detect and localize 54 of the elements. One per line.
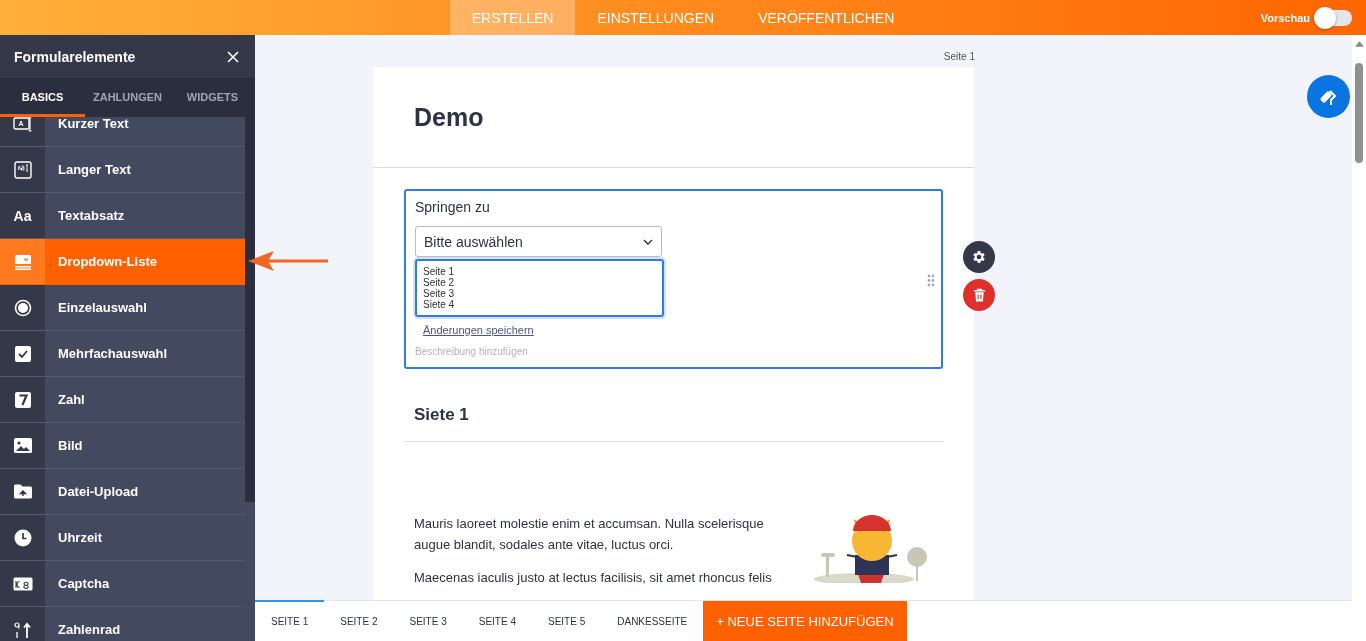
- sidebar-title: Formularelemente: [14, 48, 136, 65]
- clock-icon: [13, 528, 32, 547]
- preview-label: Vorschau: [1260, 11, 1310, 24]
- element-item[interactable]: Uhrzeit: [0, 515, 245, 561]
- paragraph: Maecenas iaculis justo at lectus facilisis, sit amet rhoncus felis: [414, 569, 773, 587]
- settings-icon: [971, 249, 987, 265]
- field-editor[interactable]: Springen zu Bitte auswählen Seite 1 Seite 2 Seite 3 Siete 4 Änderungen speichern Beschreibung hinzufügen: [404, 189, 943, 369]
- page-tab[interactable]: SEITE 5: [532, 600, 602, 641]
- text-field-icon: [12, 117, 33, 133]
- page-label: Seite 1: [943, 51, 975, 64]
- element-item[interactable]: Einzelauswahl: [0, 285, 245, 331]
- settings-button[interactable]: [963, 241, 995, 273]
- element-item[interactable]: Aa Textabsatz: [0, 193, 245, 239]
- scrollbar-thumb[interactable]: [1355, 63, 1363, 163]
- number-seven-icon: [14, 391, 31, 408]
- delete-button[interactable]: [963, 279, 995, 311]
- sidebar-tab[interactable]: ZAHLUNGEN: [85, 78, 170, 117]
- page-tab[interactable]: SEITE 4: [462, 600, 532, 641]
- sidebar-tab[interactable]: WIDGETS: [170, 78, 255, 117]
- scrollbar-thumb[interactable]: [245, 117, 255, 502]
- dropdown-select[interactable]: Bitte auswählen: [415, 226, 662, 257]
- element-item[interactable]: Langer Text: [0, 147, 245, 193]
- section-heading: Siete 1: [414, 405, 470, 425]
- dropdown-icon: [13, 253, 32, 270]
- spinner-icon: [12, 620, 33, 639]
- paragraph: Mauris laoreet molestie enim et accumsan. Nulla scelerisque augue blandit, sodales ante vitae, luctus orci.: [414, 515, 765, 554]
- element-item[interactable]: Mehrfachauswahl: [0, 331, 245, 377]
- element-item[interactable]: Kurzer Text: [0, 117, 245, 147]
- text-area-icon: [13, 160, 32, 179]
- element-item[interactable]: Datei-Upload: [0, 469, 245, 515]
- element-item[interactable]: Captcha: [0, 561, 245, 607]
- font-icon: Aa: [13, 207, 32, 224]
- element-item[interactable]: Zahlenrad: [0, 607, 245, 641]
- save-changes-link[interactable]: Änderungen speichern: [423, 324, 534, 336]
- checkbox-icon: [14, 345, 31, 362]
- page-tab[interactable]: SEITE 3: [393, 600, 463, 641]
- drag-handle-icon[interactable]: [927, 274, 935, 287]
- page-tab[interactable]: DANKESSEITE: [601, 600, 704, 641]
- folder-upload-icon: [13, 484, 32, 499]
- scroll-up-icon[interactable]: [1354, 41, 1364, 47]
- page-tab[interactable]: SEITE 1: [255, 600, 325, 641]
- form-title: Demo: [414, 102, 484, 132]
- element-item[interactable]: Zahl: [0, 377, 245, 423]
- captcha-icon: [12, 576, 33, 591]
- field-label: Springen zu: [415, 199, 490, 215]
- radio-icon: [13, 298, 32, 317]
- page-tab[interactable]: SEITE 2: [324, 600, 394, 641]
- preview-toggle[interactable]: [1316, 9, 1352, 26]
- close-icon[interactable]: [227, 50, 239, 63]
- element-item[interactable]: Bild: [0, 423, 245, 469]
- image-icon: [13, 438, 32, 453]
- trash-icon: [972, 287, 986, 303]
- options-field[interactable]: Seite 1 Seite 2 Seite 3 Siete 4: [415, 259, 664, 317]
- chevron-down-icon: [643, 238, 653, 245]
